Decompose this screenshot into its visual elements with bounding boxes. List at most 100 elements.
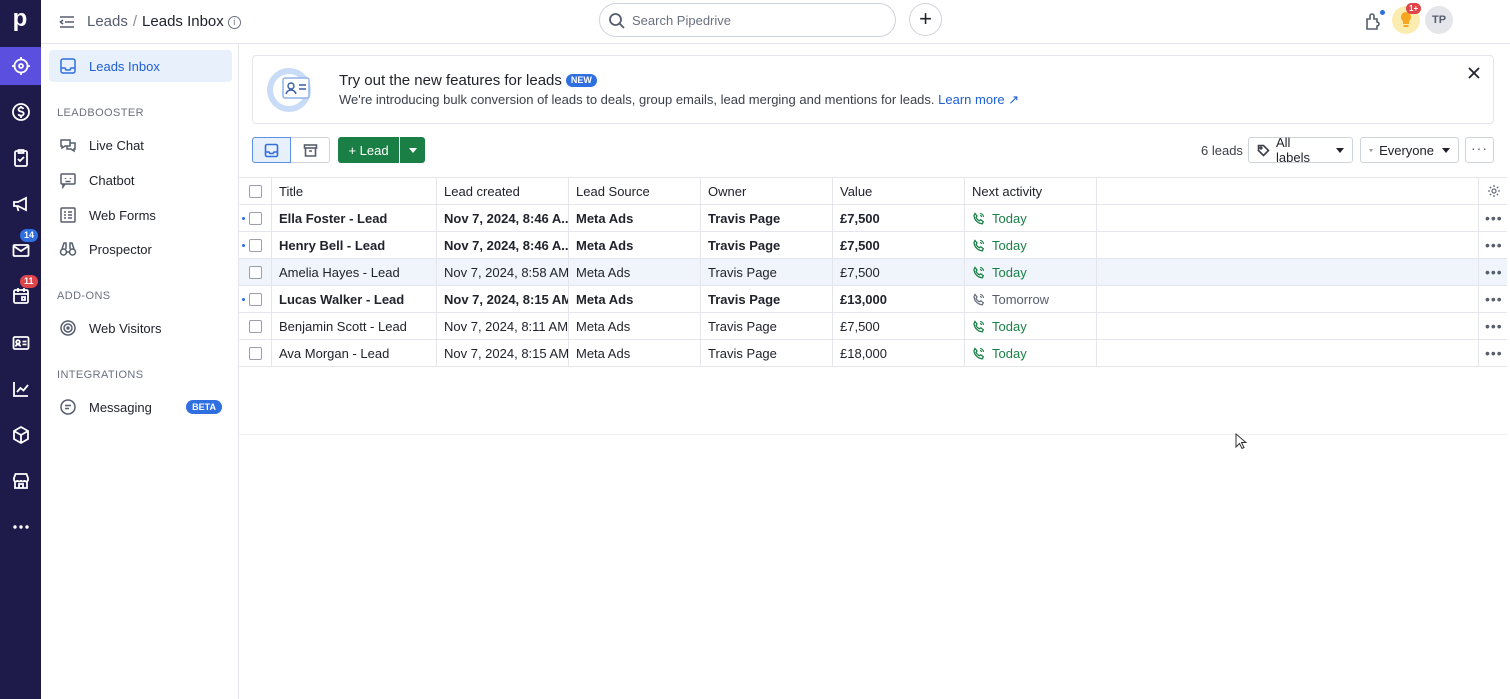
quick-add-button[interactable]: + xyxy=(909,3,942,36)
nav-activities-icon[interactable] xyxy=(0,139,41,177)
chatbot-icon xyxy=(59,171,77,190)
next-activity[interactable]: Today xyxy=(972,319,1027,334)
cell-activity: Today xyxy=(965,205,1097,231)
column-header-created[interactable]: Lead created xyxy=(437,178,569,204)
next-activity[interactable]: Today xyxy=(972,238,1027,253)
phone-icon xyxy=(973,319,985,332)
sidebar-item-label: Messaging xyxy=(89,399,152,415)
archive-view-button[interactable] xyxy=(291,137,330,163)
info-icon[interactable]: i xyxy=(227,16,241,29)
owner-filter-label: Everyone xyxy=(1379,142,1434,158)
cell-value: £7,500 xyxy=(833,313,965,339)
column-header-owner[interactable]: Owner xyxy=(701,178,833,204)
nav-calendar-icon[interactable]: 11 xyxy=(0,275,41,315)
cell-spacer xyxy=(1097,286,1479,312)
table-row[interactable]: Benjamin Scott - Lead Nov 7, 2024, 8:11 A… xyxy=(239,313,1507,340)
table-row[interactable]: Lucas Walker - Lead Nov 7, 2024, 8:15 AM M… xyxy=(239,286,1507,313)
table-row[interactable]: Ava Morgan - Lead Nov 7, 2024, 8:15 AM Met… xyxy=(239,340,1507,367)
cell-source: Meta Ads xyxy=(569,286,701,312)
nav-products-icon[interactable] xyxy=(0,416,41,454)
app-nav-rail: p 14 11 xyxy=(0,0,41,699)
add-lead-button[interactable]: + Lead xyxy=(338,137,399,163)
cell-title[interactable]: Amelia Hayes - Lead xyxy=(272,259,437,285)
row-more-button[interactable]: ••• xyxy=(1485,292,1503,306)
phone-icon xyxy=(973,292,985,305)
table-row[interactable]: Henry Bell - Lead Nov 7, 2024, 8:46 A... M… xyxy=(239,232,1507,259)
cell-title[interactable]: Ella Foster - Lead xyxy=(272,205,437,231)
learn-more-link[interactable]: Learn more ↗ xyxy=(938,92,1019,107)
column-header-value[interactable]: Value xyxy=(833,178,965,204)
breadcrumb-leads[interactable]: Leads xyxy=(87,13,128,30)
sidebar-item-label: Web Forms xyxy=(89,207,156,223)
cell-title[interactable]: Lucas Walker - Lead xyxy=(272,286,437,312)
nav-marketplace-icon[interactable] xyxy=(0,462,41,500)
sidebar-item-web-forms[interactable]: Web Forms xyxy=(49,199,232,231)
nav-campaigns-icon[interactable] xyxy=(0,185,41,223)
sidebar-item-prospector[interactable]: Prospector xyxy=(49,233,232,265)
column-header-title[interactable]: Title xyxy=(272,178,437,204)
row-checkbox[interactable] xyxy=(248,265,262,279)
sidebar-item-chatbot[interactable]: Chatbot xyxy=(49,164,232,196)
section-leadbooster: LEADBOOSTER xyxy=(57,107,144,119)
collapse-menu-icon[interactable] xyxy=(57,12,77,32)
row-more-button[interactable]: ••• xyxy=(1485,238,1503,252)
banner-description: We're introducing bulk conversion of lea… xyxy=(339,92,1019,108)
add-lead-dropdown[interactable] xyxy=(400,137,425,163)
row-more-button[interactable]: ••• xyxy=(1485,265,1503,279)
cell-value: £7,500 xyxy=(833,259,965,285)
radar-icon xyxy=(59,319,77,337)
more-actions-button[interactable]: ··· xyxy=(1465,137,1494,163)
labels-filter[interactable]: All labels xyxy=(1248,135,1353,165)
close-icon[interactable] xyxy=(1467,66,1481,80)
row-checkbox[interactable] xyxy=(248,346,262,360)
next-activity[interactable]: Today xyxy=(972,211,1027,226)
next-activity-label: Today xyxy=(992,210,1027,226)
labels-filter-label: All labels xyxy=(1276,135,1310,165)
tips-bulb-icon[interactable]: 1+ xyxy=(1392,3,1422,34)
extensions-dot xyxy=(1380,10,1385,15)
mouse-cursor-icon xyxy=(1235,433,1247,450)
row-more-button[interactable]: ••• xyxy=(1485,211,1503,225)
table-row[interactable]: Amelia Hayes - Lead Nov 7, 2024, 8:58 AM M… xyxy=(239,259,1507,286)
column-header-source[interactable]: Lead Source xyxy=(569,178,701,204)
nav-leads-icon[interactable] xyxy=(0,47,41,85)
select-all-checkbox[interactable] xyxy=(248,184,262,198)
nav-more-icon[interactable] xyxy=(0,508,41,546)
inbox-view-button[interactable] xyxy=(252,137,291,163)
owner-filter[interactable]: Everyone xyxy=(1360,137,1459,163)
sidebar-item-messaging[interactable]: Messaging BETA xyxy=(49,391,232,423)
row-checkbox[interactable] xyxy=(248,319,262,333)
row-checkbox[interactable] xyxy=(248,238,262,252)
cell-created: Nov 7, 2024, 8:15 AM xyxy=(437,340,569,366)
row-checkbox[interactable] xyxy=(248,292,262,306)
nav-mail-icon[interactable]: 14 xyxy=(0,229,41,269)
user-avatar[interactable]: TP xyxy=(1425,6,1453,34)
row-checkbox[interactable] xyxy=(248,211,262,225)
cell-title[interactable]: Benjamin Scott - Lead xyxy=(272,313,437,339)
sidebar-item-leads-inbox[interactable]: Leads Inbox xyxy=(49,50,232,82)
sidebar-item-label: Live Chat xyxy=(89,137,144,153)
nav-insights-icon[interactable] xyxy=(0,370,41,408)
cell-created: Nov 7, 2024, 8:46 A... xyxy=(437,232,569,258)
pipedrive-logo[interactable]: p xyxy=(6,4,34,34)
sidebar-item-live-chat[interactable]: Live Chat xyxy=(49,129,232,161)
cell-value: £7,500 xyxy=(833,205,965,231)
gear-icon[interactable] xyxy=(1487,184,1501,198)
chevron-down-icon xyxy=(408,147,417,153)
next-activity[interactable]: Tomorrow xyxy=(972,292,1049,307)
sidebar-item-web-visitors[interactable]: Web Visitors xyxy=(49,312,232,344)
nav-deals-icon[interactable] xyxy=(0,93,41,131)
cell-value: £18,000 xyxy=(833,340,965,366)
global-search[interactable] xyxy=(599,3,896,37)
nav-contacts-icon[interactable] xyxy=(0,324,41,362)
next-activity[interactable]: Today xyxy=(972,346,1027,361)
column-header-activity[interactable]: Next activity xyxy=(965,178,1097,204)
cell-title[interactable]: Henry Bell - Lead xyxy=(272,232,437,258)
next-activity[interactable]: Today xyxy=(972,265,1027,280)
row-more-button[interactable]: ••• xyxy=(1485,319,1503,333)
row-more-button[interactable]: ••• xyxy=(1485,346,1503,360)
search-input[interactable] xyxy=(632,11,882,29)
cell-title[interactable]: Ava Morgan - Lead xyxy=(272,340,437,366)
extensions-icon[interactable] xyxy=(1363,10,1385,32)
table-row[interactable]: Ella Foster - Lead Nov 7, 2024, 8:46 A...… xyxy=(239,205,1507,232)
